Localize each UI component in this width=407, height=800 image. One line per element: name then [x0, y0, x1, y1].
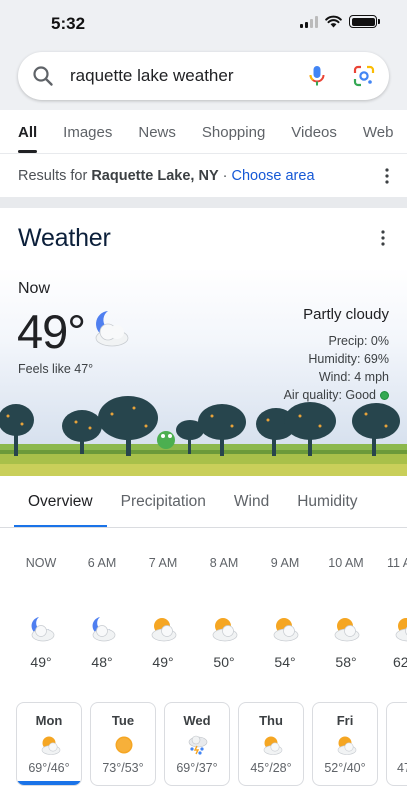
hour-temp: 54°: [274, 654, 296, 670]
day-range: 69°/46°: [28, 761, 70, 775]
wind-text: Wind: 4 mph: [318, 370, 389, 384]
choose-area-link[interactable]: Choose area: [231, 168, 314, 184]
sun-cloud-icon: [334, 618, 360, 642]
day-range: 47: [397, 761, 407, 775]
weather-scene: Now 49° Feels like 47° Partly cloudy Pre…: [0, 268, 407, 476]
hour-temp: 49°: [30, 654, 52, 670]
hour-temp: 49°: [152, 654, 174, 670]
tab-precipitation[interactable]: Precipitation: [107, 476, 220, 527]
precip-text: Precip: 0%: [328, 334, 389, 348]
weather-more-options-icon[interactable]: [381, 230, 385, 246]
day-name: Tue: [111, 713, 135, 728]
tab-videos[interactable]: Videos: [291, 124, 337, 153]
more-options-icon[interactable]: [385, 167, 389, 184]
humidity-text: Humidity: 69%: [308, 352, 389, 366]
sun-icon: [115, 736, 133, 754]
search-icon[interactable]: [32, 65, 54, 87]
tab-shopping[interactable]: Shopping: [202, 124, 265, 153]
search-input[interactable]: [70, 66, 307, 86]
hour-time: NOW: [25, 556, 57, 570]
sun-cloud-icon: [395, 618, 407, 642]
current-temperature: 49°: [17, 305, 86, 358]
now-label: Now: [18, 280, 51, 297]
day-card-partial[interactable]: 47: [386, 702, 407, 786]
tab-all[interactable]: All: [18, 124, 38, 153]
day-card-wed[interactable]: Wed 69°/37°: [164, 702, 230, 786]
tab-web[interactable]: Web: [363, 124, 394, 153]
day-name: Thu: [259, 713, 283, 728]
search-bar[interactable]: [18, 52, 389, 100]
sun-cloud-icon: [41, 736, 61, 755]
status-bar: 5:32: [0, 0, 407, 46]
hour-time: 8 AM: [209, 556, 239, 570]
google-lens-icon[interactable]: [353, 65, 375, 87]
search-tabs: All Images News Shopping Videos Web: [0, 110, 407, 154]
day-range: 69°/37°: [176, 761, 218, 775]
day-name: Mon: [35, 713, 63, 728]
results-place: Raquette Lake, NY: [91, 167, 219, 184]
section-divider: [0, 198, 407, 208]
rain-thunder-icon: [188, 735, 208, 755]
results-separator: ·: [222, 167, 228, 184]
weather-tabs: Overview Precipitation Wind Humidity: [0, 476, 407, 528]
day-range: 52°/40°: [324, 761, 366, 775]
tab-overview[interactable]: Overview: [14, 476, 107, 527]
sun-cloud-icon: [273, 618, 299, 642]
moon-cloud-icon: [92, 617, 116, 642]
results-prefix: Results for: [18, 167, 88, 184]
day-card-fri[interactable]: Fri 52°/40°: [312, 702, 378, 786]
condition-text: Partly cloudy: [303, 306, 389, 323]
weather-title: Weather: [18, 223, 111, 252]
hour-time: 9 AM: [270, 556, 300, 570]
sun-cloud-icon: [337, 736, 357, 755]
day-card-tue[interactable]: Tue 73°/53°: [90, 702, 156, 786]
sun-cloud-icon: [212, 618, 238, 642]
day-name: Wed: [183, 713, 211, 728]
day-card-thu[interactable]: Thu 45°/28°: [238, 702, 304, 786]
moon-cloud-icon: [95, 311, 129, 347]
day-card-mon[interactable]: Mon 69°/46°: [16, 702, 82, 786]
feels-like: Feels like 47°: [18, 362, 94, 376]
landscape-illustration: [0, 396, 407, 476]
hour-temp: 58°: [335, 654, 357, 670]
hour-temp: 50°: [213, 654, 235, 670]
day-name: Fri: [336, 713, 354, 728]
hour-temp: 62: [393, 654, 407, 670]
weather-card: Weather Now 49° Feels like 47° Partly cl…: [0, 208, 407, 794]
hour-time: 10 AM: [328, 556, 364, 570]
hour-time: 6 AM: [87, 556, 117, 570]
tab-news[interactable]: News: [138, 124, 176, 153]
microphone-icon[interactable]: [307, 64, 327, 88]
day-range: 45°/28°: [250, 761, 292, 775]
battery-icon: [349, 15, 380, 28]
wifi-icon: [325, 15, 342, 28]
moon-cloud-icon: [31, 617, 55, 642]
sun-cloud-icon: [151, 618, 177, 642]
day-range: 73°/53°: [102, 761, 144, 775]
hour-temp: 48°: [91, 654, 113, 670]
tab-humidity[interactable]: Humidity: [283, 476, 371, 527]
daily-forecast[interactable]: Mon 69°/46° Tue 73°/53° Wed 69°/37° Thu …: [0, 696, 407, 794]
hourly-forecast[interactable]: NOW 49° 6 AM 48° 7 AM 49° 8 AM 50° 9 AM …: [0, 528, 407, 696]
search-area: [0, 46, 407, 110]
sun-cloud-icon: [263, 736, 283, 755]
cellular-signal-icon: [300, 15, 318, 28]
hour-time: 11 A: [387, 556, 407, 570]
results-location-bar: Results for Raquette Lake, NY · Choose a…: [0, 154, 407, 198]
tab-images[interactable]: Images: [63, 124, 112, 153]
status-time: 5:32: [51, 14, 86, 33]
tab-wind[interactable]: Wind: [220, 476, 283, 527]
hour-time: 7 AM: [148, 556, 178, 570]
